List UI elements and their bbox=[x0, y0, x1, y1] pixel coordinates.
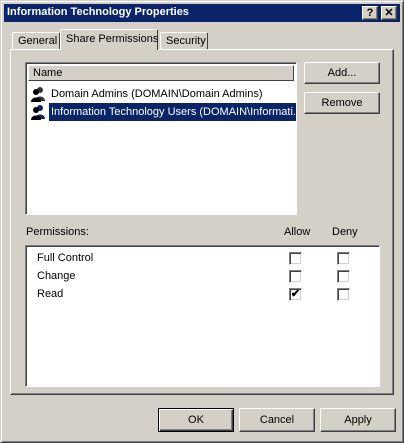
full-control-deny-checkbox[interactable] bbox=[337, 252, 350, 265]
permission-row-change: Change bbox=[26, 268, 376, 285]
ok-button[interactable]: OK bbox=[158, 408, 234, 432]
tab-general[interactable]: General bbox=[12, 32, 60, 50]
tab-share-permissions[interactable]: Share Permissions bbox=[60, 29, 158, 50]
permission-name: Full Control bbox=[37, 252, 94, 264]
read-allow-checkbox[interactable]: ✔ bbox=[289, 288, 302, 301]
list-item-label: Domain Admins (DOMAIN\Domain Admins) bbox=[51, 88, 263, 100]
cancel-button[interactable]: Cancel bbox=[239, 408, 315, 432]
permissions-list: Full Control Change Read ✔ bbox=[25, 245, 380, 387]
name-column-header[interactable]: Name bbox=[28, 65, 294, 81]
permissions-label: Permissions: bbox=[26, 226, 89, 238]
window-title: Information Technology Properties bbox=[7, 6, 189, 18]
list-item-label: Information Technology Users (DOMAIN\Inf… bbox=[47, 102, 296, 122]
permission-row-read: Read ✔ bbox=[26, 286, 376, 303]
tab-security[interactable]: Security bbox=[160, 32, 208, 50]
apply-button[interactable]: Apply bbox=[320, 408, 396, 432]
names-listview[interactable]: Name Domain Admins (DOMAIN\Domain Admins… bbox=[25, 62, 297, 215]
allow-column-header: Allow bbox=[284, 226, 311, 238]
title-bar[interactable]: Information Technology Properties ? ✕ bbox=[4, 4, 400, 22]
list-item-selected[interactable]: Information Technology Users (DOMAIN\Inf… bbox=[29, 102, 296, 122]
help-button[interactable]: ? bbox=[362, 6, 378, 20]
read-deny-checkbox[interactable] bbox=[337, 288, 350, 301]
deny-column-header: Deny bbox=[332, 226, 358, 238]
close-button[interactable]: ✕ bbox=[381, 6, 397, 20]
permission-row-full-control: Full Control bbox=[26, 250, 376, 267]
user-group-icon bbox=[31, 105, 45, 120]
full-control-allow-checkbox[interactable] bbox=[289, 252, 302, 265]
list-item[interactable]: Domain Admins (DOMAIN\Domain Admins) bbox=[29, 85, 293, 103]
user-group-icon bbox=[31, 87, 45, 102]
permission-name: Read bbox=[37, 288, 64, 300]
remove-button[interactable]: Remove bbox=[304, 92, 380, 114]
change-allow-checkbox[interactable] bbox=[289, 270, 302, 283]
change-deny-checkbox[interactable] bbox=[337, 270, 350, 283]
add-button[interactable]: Add... bbox=[304, 62, 380, 84]
permission-name: Change bbox=[37, 270, 76, 282]
